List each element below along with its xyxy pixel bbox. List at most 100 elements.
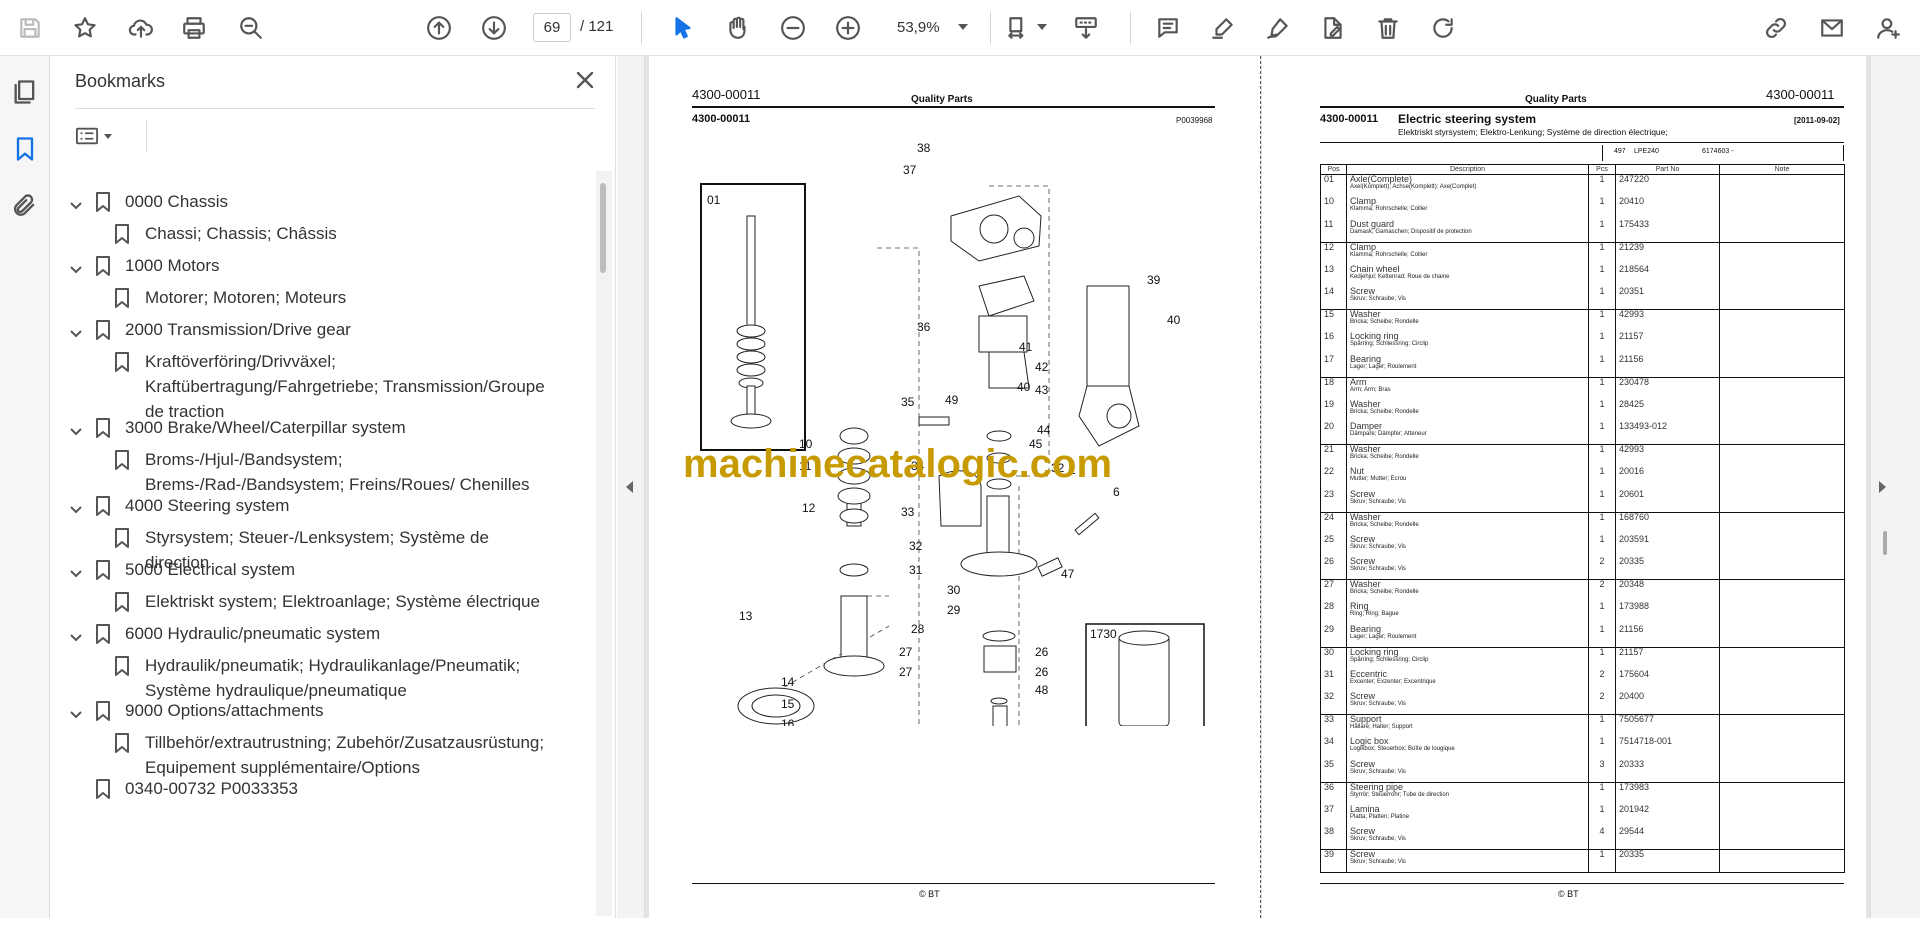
previous-page-icon[interactable]	[423, 12, 455, 44]
description-text: Locking ring	[1350, 331, 1399, 341]
axle-illustration	[730, 215, 772, 429]
collapse-right-panel-button[interactable]	[1870, 56, 1920, 918]
hand-tool-icon[interactable]	[722, 12, 754, 44]
pcs-cell: 1	[1588, 422, 1616, 445]
comment-icon[interactable]	[1152, 12, 1184, 44]
description-translations: Arm; Arm; Bras	[1350, 386, 1391, 393]
table-row: 39 Screw Skruv; Schraube; Vis 1 20335	[1320, 849, 1845, 873]
description-cell: Eccentric Excenter; Exzenter; Excentrique	[1346, 669, 1589, 692]
description-text: Washer	[1350, 511, 1381, 522]
table-row: 38 Screw Skruv; Schraube; Vis 4 29544	[1320, 827, 1845, 850]
zoom-in-icon[interactable]	[832, 12, 864, 44]
note-cell	[1719, 354, 1845, 377]
scroll-mode-icon[interactable]	[1070, 12, 1102, 44]
user-account-icon[interactable]	[1872, 12, 1904, 44]
pcs-cell: 1	[1588, 467, 1616, 490]
pos-cell: 14	[1320, 287, 1347, 310]
note-cell	[1719, 602, 1845, 625]
note-cell	[1719, 579, 1845, 602]
attachment-paperclip-icon[interactable]	[11, 192, 39, 220]
pos-cell: 25	[1320, 534, 1347, 557]
scrollbar-thumb[interactable]	[600, 183, 606, 273]
bookmark-options-button[interactable]	[76, 122, 122, 150]
bookmarks-scrollbar[interactable]	[596, 171, 612, 916]
description-translations: Bricka; Scheibe; Rondelle	[1350, 454, 1419, 460]
bookmark-icon	[114, 656, 130, 676]
note-cell	[1719, 444, 1845, 467]
share-upload-icon[interactable]	[125, 12, 157, 44]
close-icon[interactable]	[573, 68, 599, 94]
bookmark-label: Tillbehör/extrautrustning; Zubehör/Zusat…	[145, 733, 545, 777]
callout-number: 33	[901, 505, 915, 519]
rotate-icon[interactable]	[1427, 12, 1459, 44]
bookmark-label: Hydraulik/pneumatik; Hydraulikanlage/Pne…	[145, 656, 521, 700]
table-row: 29 Bearing Lager; Lager; Roulement 1 21156	[1320, 624, 1845, 647]
section-number: 4300-00011	[692, 113, 751, 125]
pcs-cell: 1	[1588, 624, 1616, 647]
chevron-down-icon[interactable]	[69, 195, 83, 210]
description-text: Screw	[1350, 849, 1376, 859]
fit-page-dropdown-caret[interactable]	[1037, 24, 1047, 30]
select-cursor-icon[interactable]	[667, 12, 699, 44]
description-text: Clamp	[1350, 196, 1377, 206]
note-cell	[1719, 264, 1845, 287]
note-cell	[1719, 804, 1845, 827]
save-icon[interactable]	[14, 12, 46, 44]
pos-cell: 29	[1320, 624, 1347, 647]
chevron-down-icon[interactable]	[69, 421, 83, 436]
delete-trash-icon[interactable]	[1372, 12, 1404, 44]
chevron-down-icon[interactable]	[69, 627, 83, 642]
next-page-icon[interactable]	[478, 12, 510, 44]
chevron-down-icon[interactable]	[69, 499, 83, 514]
description-cell: Screw Skruv; Schraube; Vis	[1346, 759, 1589, 782]
bookmark-icon	[95, 192, 111, 212]
part-number-cell: 7505677	[1615, 714, 1720, 737]
pos-cell: 18	[1320, 376, 1347, 400]
edit-document-icon[interactable]	[1317, 12, 1349, 44]
chevron-down-icon[interactable]	[69, 704, 83, 719]
description-text: Steering pipe	[1350, 781, 1404, 792]
bookmark-panel-icon[interactable]	[11, 135, 39, 163]
description-translations: Skruv; Schraube; Vis	[1350, 859, 1406, 865]
part-number-cell: 20400	[1615, 692, 1720, 715]
page-number-input[interactable]: 69	[533, 13, 571, 42]
zoom-out-icon[interactable]	[777, 12, 809, 44]
chevron-down-icon[interactable]	[69, 259, 83, 274]
part-number-cell: 7514718-001	[1615, 737, 1720, 760]
part-number-cell: 21239	[1615, 241, 1720, 265]
star-icon[interactable]	[69, 12, 101, 44]
callout-number: 40	[1167, 313, 1181, 327]
document-scrollbar-thumb[interactable]	[1883, 531, 1887, 555]
chevron-down-icon	[104, 133, 112, 139]
highlight-pen-icon[interactable]	[1207, 12, 1239, 44]
part-number-cell: 20016	[1615, 467, 1720, 490]
page-total: / 121	[580, 18, 614, 35]
table-top-rule	[1320, 142, 1844, 143]
zoom-dropdown-caret[interactable]	[958, 24, 968, 30]
page-thumbnails-icon[interactable]	[11, 78, 39, 106]
link-share-icon[interactable]	[1760, 12, 1792, 44]
zoom-search-icon[interactable]	[235, 12, 267, 44]
description-translations: Spårring; Schliessring; Circlip	[1350, 341, 1429, 347]
description-cell: Lamina Platta; Platten; Platine	[1346, 804, 1589, 827]
note-cell	[1719, 467, 1845, 490]
table-row: 12 Clamp Klamma; Rohrschelle; Collier 1 2123…	[1320, 241, 1845, 265]
bookmark-label: 6000 Hydraulic/pneumatic system	[125, 624, 381, 643]
pos-cell: 33	[1320, 714, 1347, 737]
email-icon[interactable]	[1816, 12, 1848, 44]
table-row: 16 Locking ring Spårring; Schliessring; Ci…	[1320, 331, 1845, 355]
collapse-panel-button[interactable]	[617, 56, 645, 918]
description-text: Washer	[1350, 398, 1381, 409]
chevron-down-icon[interactable]	[69, 323, 83, 338]
fit-page-icon[interactable]	[1002, 12, 1034, 44]
chevron-down-icon[interactable]	[69, 563, 83, 578]
callout-number: 37	[903, 163, 917, 177]
description-text: Ring	[1350, 601, 1369, 611]
table-header-row: Pos Description Pcs Part No Note	[1320, 164, 1845, 175]
bookmarks-title: Bookmarks	[75, 71, 166, 91]
table-row: 13 Chain wheel Kedjehjul; Kettenrad; Roue …	[1320, 264, 1845, 287]
print-icon[interactable]	[178, 12, 210, 44]
note-cell	[1719, 511, 1845, 535]
note-cell	[1719, 399, 1845, 422]
sign-pen-icon[interactable]	[1262, 12, 1294, 44]
